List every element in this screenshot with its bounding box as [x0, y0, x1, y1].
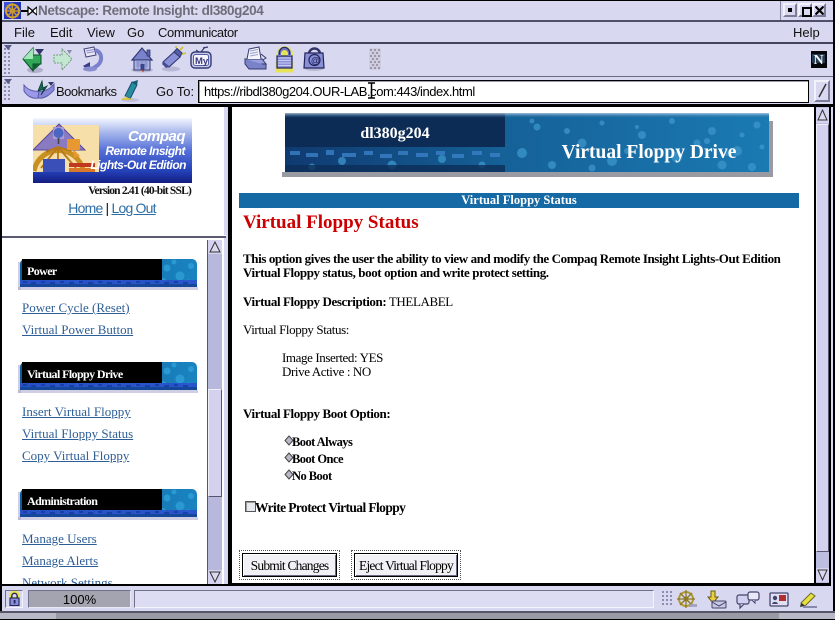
- svg-text:Virtual Floppy Drive: Virtual Floppy Drive: [562, 142, 737, 163]
- svg-text:dl380g204: dl380g204: [360, 125, 429, 142]
- svg-text:Lights-Out Edition: Lights-Out Edition: [90, 158, 186, 172]
- svg-text:@: @: [311, 56, 320, 66]
- svg-text:Power: Power: [27, 264, 58, 278]
- svg-text:Compaq: Compaq: [128, 128, 185, 145]
- svg-text:My: My: [195, 56, 209, 67]
- svg-text:Remote Insight: Remote Insight: [105, 144, 186, 158]
- svg-text:Virtual Floppy Drive: Virtual Floppy Drive: [27, 367, 124, 381]
- svg-text:N: N: [814, 53, 824, 68]
- svg-text:Administration: Administration: [27, 494, 98, 508]
